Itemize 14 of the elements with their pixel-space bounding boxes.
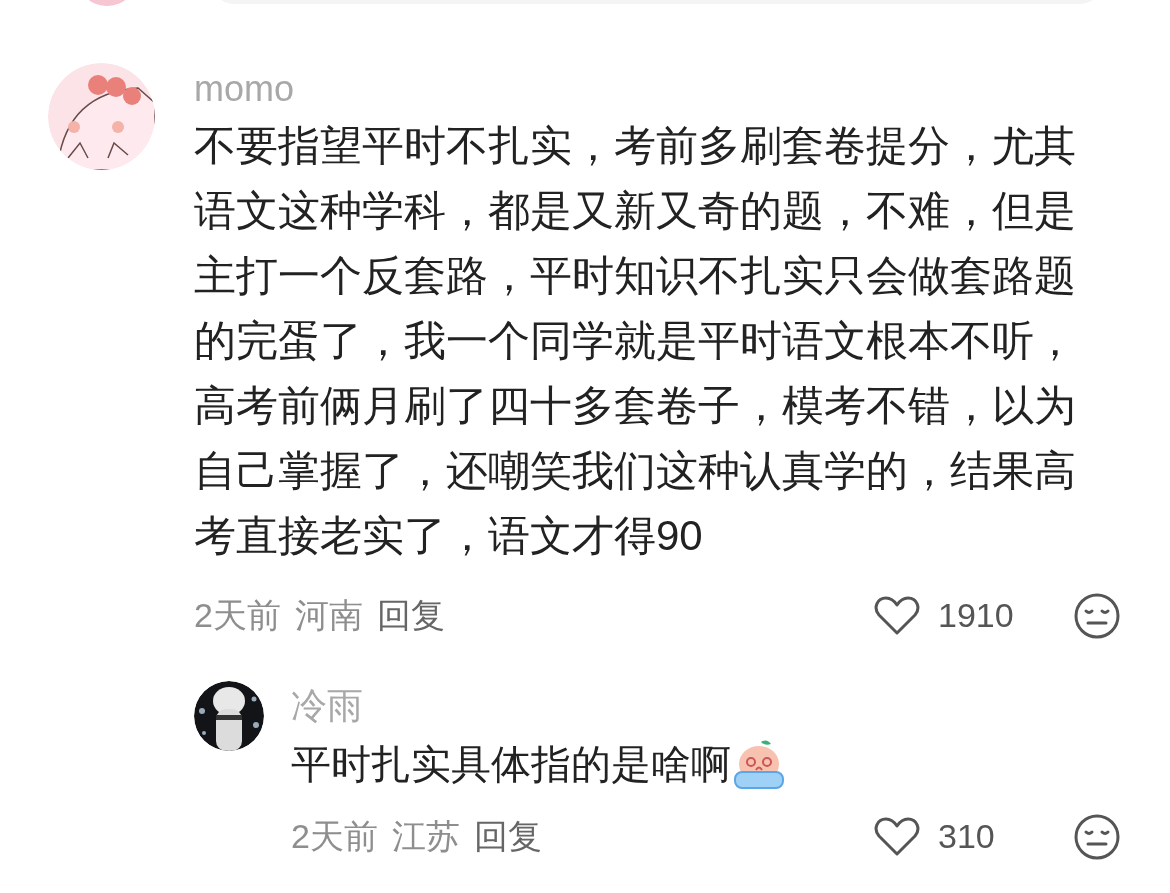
comment-location: 河南 <box>294 595 363 636</box>
reply-button[interactable]: 回复 <box>473 811 542 862</box>
reply-button[interactable]: 回复 <box>376 590 445 641</box>
like-count: 1910 <box>938 595 1014 636</box>
neutral-face-icon[interactable] <box>1074 813 1120 860</box>
neutral-face-icon[interactable] <box>1074 592 1120 639</box>
heart-icon[interactable] <box>874 595 920 636</box>
heart-icon[interactable] <box>874 816 920 857</box>
comment-location: 江苏 <box>391 816 460 857</box>
like-count: 310 <box>938 816 995 857</box>
comment-time: 2天前 <box>194 595 281 636</box>
comment-text: 不要指望平时不扎实，考前多刷套卷提分，尤其语文这种学科，都是又新又奇的题，不难，但是主打一个反套路，平时知识不扎实只会做套路题的完蛋了，我一个同学就是平时语文根本不听，高考前俩月刷了四十多套卷子，模考不错，以为自己掌握了，还嘲笑我们这种认真学的，结果高考直接老实了，语文才得90 <box>194 121 1077 561</box>
comment-time: 2天前 <box>291 816 378 857</box>
reply-text: 平时扎实具体指的是啥啊 <box>291 741 731 788</box>
